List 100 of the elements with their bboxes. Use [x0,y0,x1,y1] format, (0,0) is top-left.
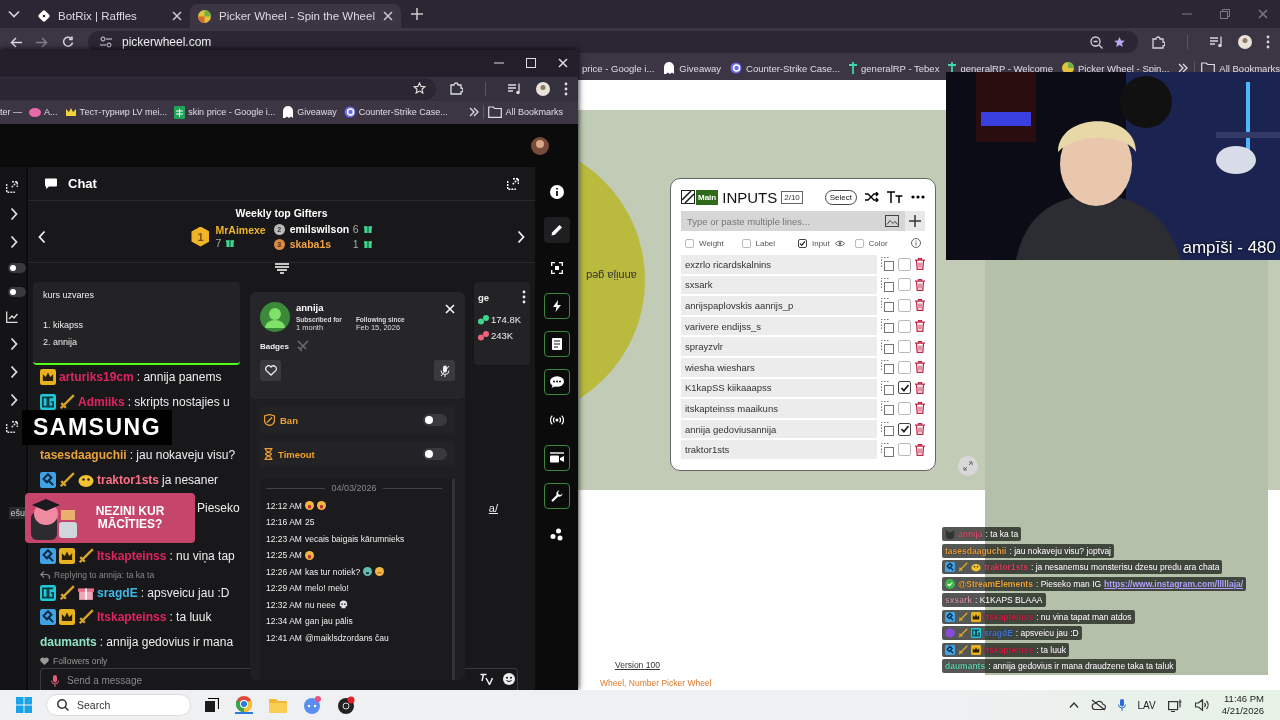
entry-text[interactable]: itskapteinss maaikuns [681,399,877,418]
chat-message: : annija gedovius ir mana [99,634,234,649]
chat-username: annija [958,529,983,539]
chat-message: : Pieseko man IG [1035,578,1102,589]
message-time: 12:29 AM [266,583,302,593]
chat-username[interactable]: traktor1sts [97,472,160,487]
pinned-line: 2. annija [43,337,79,349]
chat-message: : jau nokaveju visu? joptvaj [1009,545,1111,556]
chat-message: : ta luuk [1036,644,1066,655]
message-time: 12:41 AM [266,632,302,643]
badges-label: Badges [260,341,289,351]
text-input[interactable]: Type or paste multiple lines... [681,215,885,227]
sponsor-banner: SAMSUNG [22,410,172,445]
message-time: 12:16 AM [266,517,302,527]
gifter-name[interactable]: skaba1s [289,238,348,250]
entry-text[interactable]: K1kapSS kiikaaapss [681,378,877,398]
section-title: Weekly top Gifters [234,207,329,219]
bookmark[interactable]: Giveaway [663,62,722,74]
bookmark[interactable]: Counter-Strike Case... [343,106,448,119]
chat-username: sragdE [984,628,1013,638]
pinned-line: 1. kikapss [43,320,85,332]
bookmark[interactable]: skin price - Google i... [174,105,276,119]
chat-username[interactable]: tasesdaaguchii [40,448,127,463]
bookmark[interactable]: Counter-Strike Case... [730,62,841,74]
chat-username[interactable]: sragdE [97,585,138,600]
clock-date[interactable]: 4/21/2026 [1221,705,1264,717]
message-text: vecais baigais kārumnieks [304,533,405,544]
message-input[interactable]: Send a message [67,675,207,686]
chat-username: sxsark [945,595,972,605]
language-indicator[interactable]: LAV [1137,699,1156,711]
entry-text[interactable]: traktor1sts [681,440,877,459]
message-text: melo! melo! [304,583,349,593]
search-field[interactable]: Search [46,694,191,716]
inputs-card: Main INPUTS 2/10 Select Type or paste multiple lines... Weight Label Input Color exzrlo ricardskalnins sxsark anrijspaplovskis aanrijs_p varivere endijss_s sprayzvlr wiesha wieshars K1kapSS kiikaaapss itskapteinss maaikuns annija gedoviusannija traktor1sts [670,178,936,471]
bookmark[interactable]: generalRP - Tebex [849,62,940,74]
message-text: 25 [304,517,315,527]
chat-username[interactable]: Itskapteinss [97,549,167,564]
chat-username[interactable]: daumants [40,634,97,649]
chat-username[interactable]: Admiiks [78,394,125,409]
followers-only-label: Followers only [53,656,108,666]
browser-tab[interactable]: BotRix | Raffles [30,4,190,28]
chat-link[interactable]: a/ [488,502,498,514]
chat-message: Pieseko [197,501,240,515]
entry-text[interactable]: exzrlo ricardskalnins [681,255,877,274]
chat-message: : apsveicu jau :D [140,585,230,600]
select-button[interactable]: Select [824,189,857,205]
chat-message: : annija gedovius ir mana draudzene taka ta taluk [988,661,1174,671]
message-text: kas tur notiek? [304,566,361,577]
bookmark[interactable]: Тест-турнир LV mei... [64,107,168,118]
date-separator: 04/03/2026 [331,483,377,493]
input-field[interactable]: Type or paste multiple lines... [681,211,905,231]
chat-message: : K1KAPS BLAAA [974,595,1043,605]
address-bar[interactable]: pickerwheel.com [88,31,1138,53]
entry-text[interactable]: anrijspaplovskis aanrijs_p [681,296,877,315]
gift-count: 6 [352,223,359,235]
chat-link[interactable]: https://www.instagram.com/lllllaja/ [1104,578,1244,589]
wheel-segment-label: annija ged [586,270,637,282]
card-title: INPUTS [722,188,778,206]
chat-username[interactable]: arturiks19cm [59,370,134,385]
bookmark[interactable]: ter — [0,107,22,118]
entry-text[interactable]: varivere endijss_s [681,316,877,336]
chat-message: : nu vina tapat man atdos [1036,611,1132,622]
entry-text[interactable]: sprayzvlr [681,337,877,356]
message-time: 12:26 AM [266,566,302,577]
chat-username: daumants [945,661,986,671]
gifter-name[interactable]: emilswilson [289,223,348,235]
gift-count: 7 [215,237,222,249]
chat-username: Itskapteinss [984,611,1034,622]
card-label: ge [478,291,490,303]
chat-message: : nu viņa tap [169,549,235,564]
message-time: 12:32 AM [266,599,302,610]
stat-value: 174.8K [491,314,522,325]
entry-text[interactable]: annija gedoviusannija [681,419,877,439]
chat-message: : apsveicu jau :D [1015,628,1079,638]
chat-message: : ja nesanemsu monsterisu dzesu predu ara chata [1030,562,1220,572]
clock-time[interactable]: 11:46 PM [1224,693,1264,705]
bookmark[interactable]: generalRP - Welcome [948,62,1053,74]
bookmark[interactable]: Giveaway [282,106,337,119]
entry-text[interactable]: wiesha wieshars [681,357,877,377]
panel-title: Chat [68,176,97,191]
message-time: 12:23 AM [266,533,302,544]
username: annija [296,302,325,313]
chat-username: tasesdaaguchii [945,545,1007,556]
chat-message: : jau nokaveju visu? [129,448,236,463]
gift-count: 1 [352,238,359,250]
promo-banner: NEZINI KUR MĀCĪTIES? [25,493,195,543]
version-link[interactable]: Version 100 [615,660,660,670]
browser-tab[interactable]: Picker Wheel - Spin the Wheel [190,4,401,28]
chat-username: Itskapteinss [984,644,1034,655]
pinned-title: kurs uzvares [43,290,96,302]
stat-value: 243K [491,330,514,341]
bookmark[interactable]: A... [29,107,58,118]
bookmark[interactable]: price - Google i... [582,62,655,74]
message-text: gan jau pālis [304,616,353,626]
entry-text[interactable]: sxsark [681,275,877,295]
chat-message: ja nesaner [162,472,219,487]
gifter-name[interactable]: MrAimexe [215,224,266,236]
bookmark-folder[interactable]: All Bookmarks [488,106,563,119]
chat-message: : skripts nostajies u [127,394,230,409]
chat-username[interactable]: Itskapteinss [97,610,167,625]
